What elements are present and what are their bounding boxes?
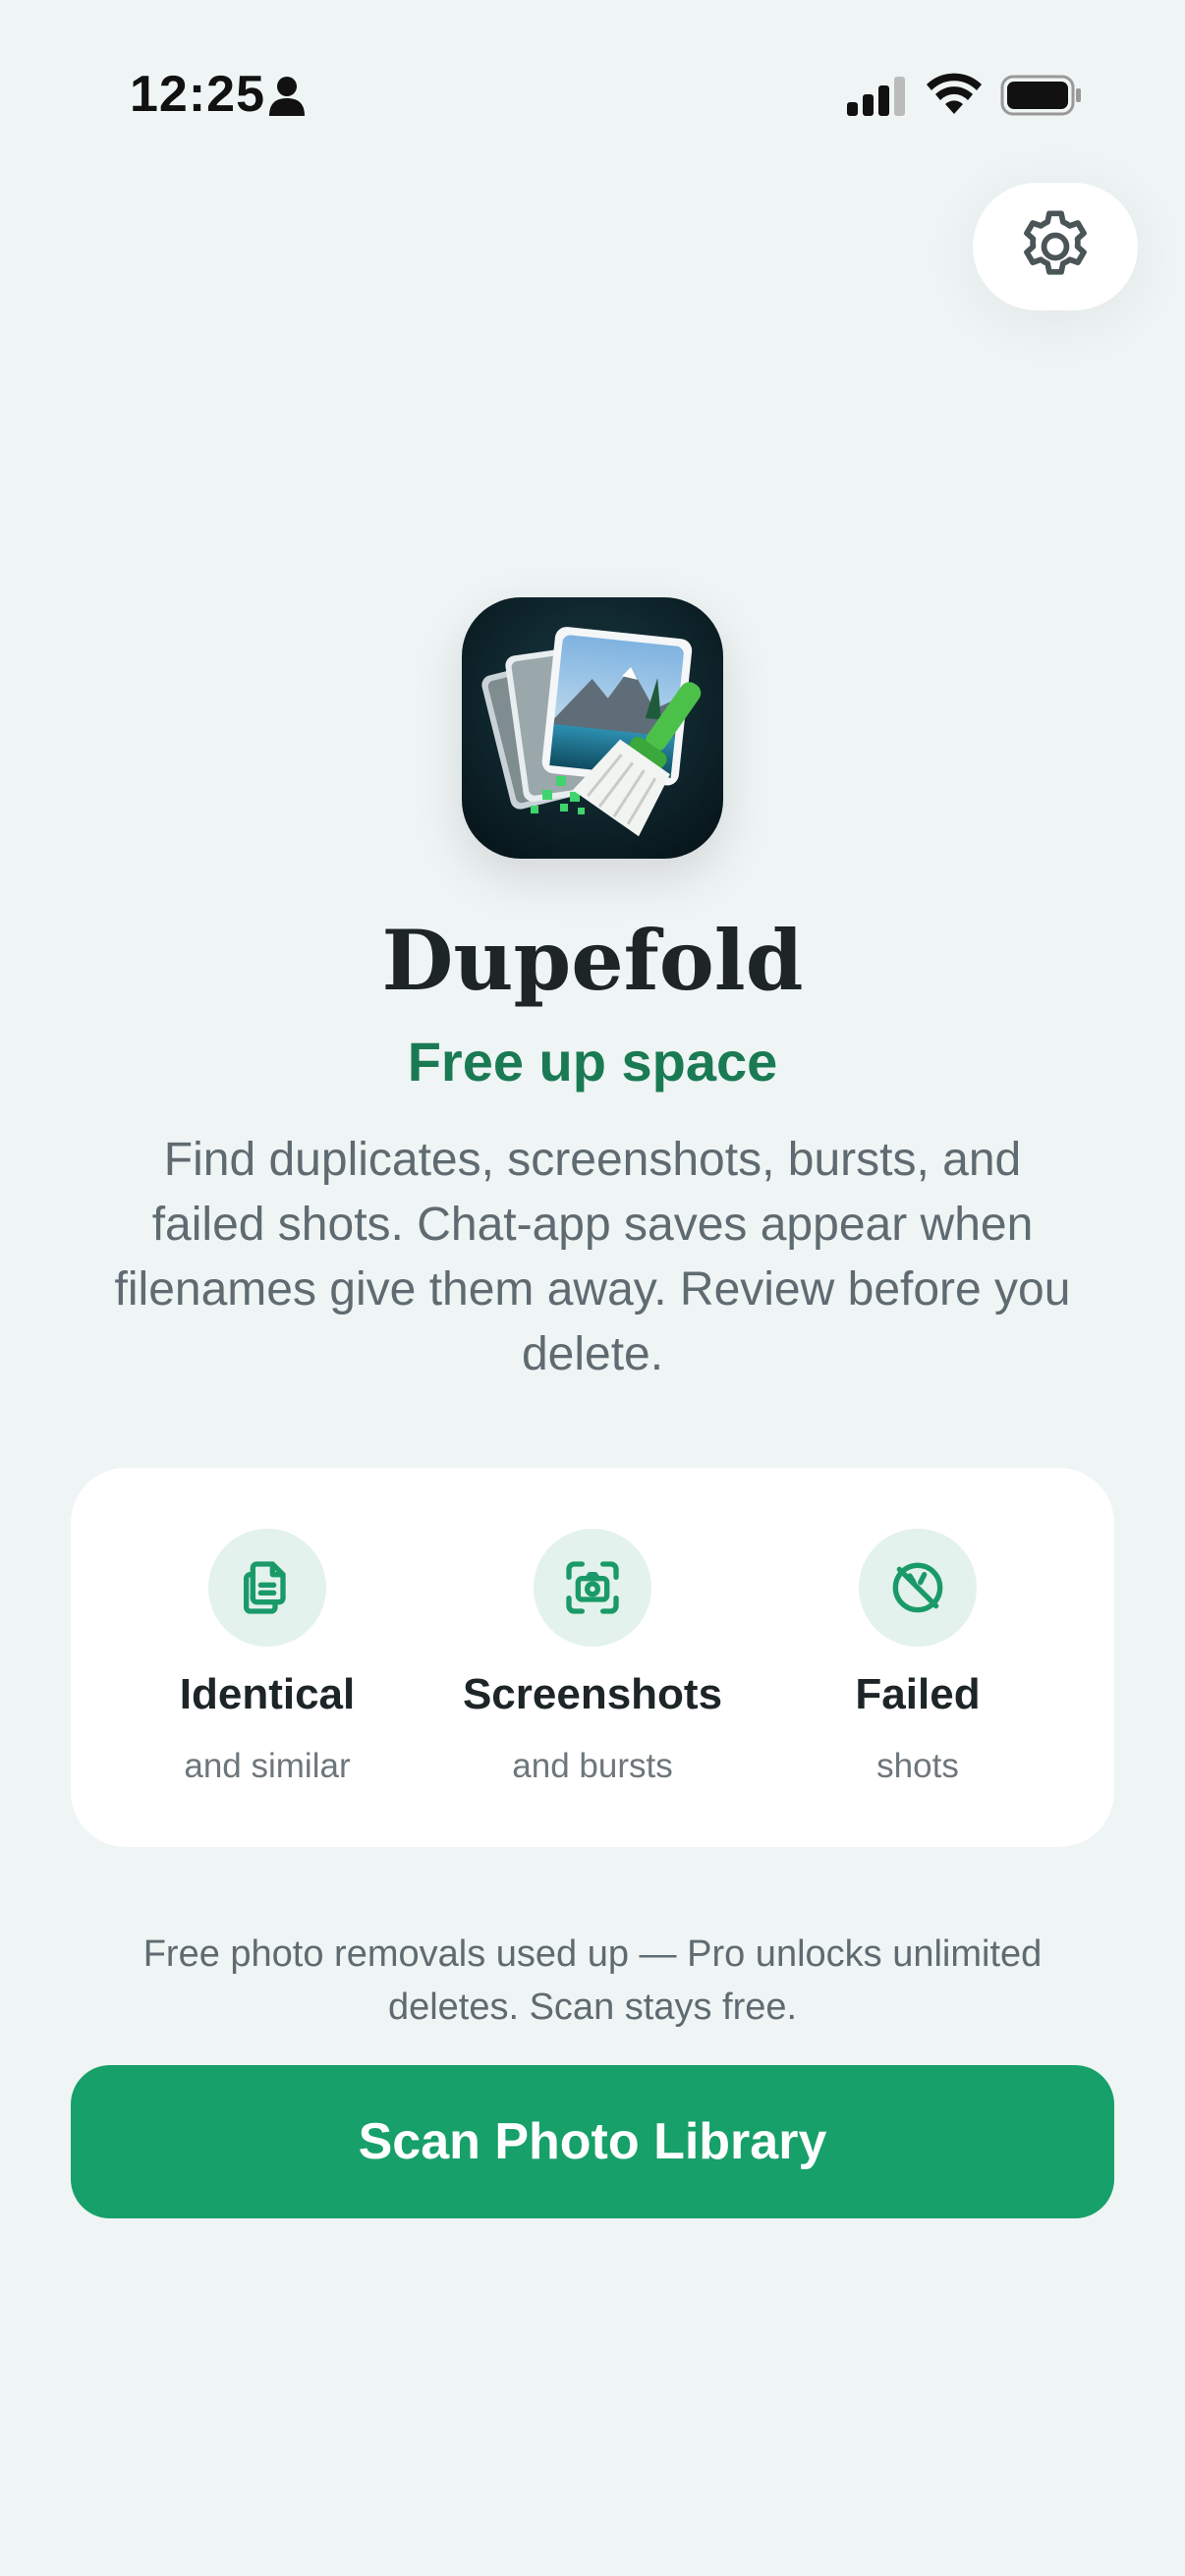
feature-failed: Failed shots bbox=[751, 1468, 1085, 1847]
settings-button[interactable] bbox=[973, 183, 1138, 310]
feature-title: Screenshots bbox=[462, 1670, 723, 1718]
feature-subtitle: shots bbox=[876, 1747, 959, 1785]
feature-subtitle: and similar bbox=[184, 1747, 351, 1785]
feature-screenshots: Screenshots and bursts bbox=[425, 1468, 760, 1847]
tagline: Free up space bbox=[407, 1031, 778, 1092]
screenshot-camera-icon bbox=[566, 1561, 619, 1614]
free-removals-notice: Free photo removals used up — Pro unlock… bbox=[142, 1933, 1043, 2028]
cellular-signal-icon bbox=[847, 77, 905, 116]
feature-title: Identical bbox=[179, 1670, 356, 1718]
feature-icon-circle bbox=[859, 1529, 977, 1647]
app-title: Dupefold bbox=[381, 912, 804, 1009]
welcome-screen: 12:25 Dupefold Free up space Find duplic… bbox=[0, 0, 1185, 2576]
feature-subtitle: and bursts bbox=[512, 1747, 673, 1785]
feature-icon-circle bbox=[208, 1529, 326, 1647]
description: Find duplicates, screenshots, bursts, an… bbox=[114, 1134, 1071, 1380]
wifi-icon bbox=[927, 73, 982, 114]
scan-button-label: Scan Photo Library bbox=[358, 2113, 827, 2170]
battery-icon bbox=[1000, 75, 1081, 116]
scan-photo-library-button[interactable]: Scan Photo Library bbox=[71, 2065, 1114, 2218]
app-icon bbox=[462, 597, 723, 859]
gear-icon bbox=[1024, 210, 1087, 275]
feature-title: Failed bbox=[855, 1670, 981, 1718]
feature-identical: Identical and similar bbox=[100, 1468, 434, 1847]
status-bar: 12:25 bbox=[0, 0, 1185, 196]
app-icon-photos-broom-icon bbox=[462, 597, 723, 859]
duplicate-files-icon bbox=[244, 1561, 286, 1614]
status-time: 12:25 bbox=[130, 66, 265, 123]
feature-icon-circle bbox=[534, 1529, 651, 1647]
feature-card: Identical and similar Screenshots and bu… bbox=[71, 1468, 1114, 1847]
person-icon bbox=[269, 77, 305, 116]
failed-shot-icon bbox=[892, 1562, 943, 1613]
